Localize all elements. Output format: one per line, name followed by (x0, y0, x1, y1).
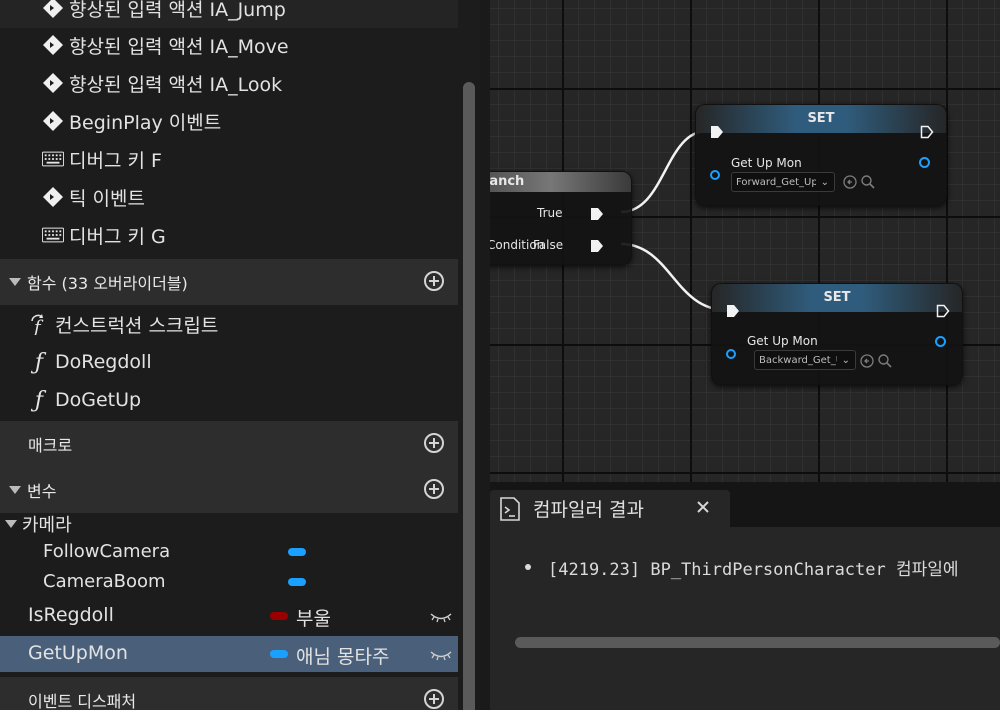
tree-item-label: 향상된 입력 액션 IA_Look (69, 73, 283, 96)
variable-isregdoll[interactable]: IsRegdoll 부울 (0, 598, 458, 634)
event-diamond-icon (42, 110, 64, 132)
panel-scrollbar[interactable] (463, 82, 475, 710)
log-bullet (525, 564, 531, 570)
value-in-pin-icon[interactable] (726, 349, 736, 359)
search-icon[interactable] (861, 174, 875, 193)
variable-getupmon[interactable]: GetUpMon 애님 몽타주 (0, 636, 458, 672)
variable-name: GetUpMon (28, 642, 128, 664)
variable-camera-boom[interactable]: CameraBoom (0, 565, 458, 601)
section-macros[interactable]: 매크로 (0, 421, 458, 467)
variable-type[interactable]: 부울 (296, 604, 331, 631)
tree-item-debug-key-f[interactable]: 디버그 키 F (42, 141, 162, 177)
compiler-tab-bar: 컴파일러 결과 (490, 482, 1000, 527)
object-type-pill-icon (288, 548, 306, 556)
tree-item-tick[interactable]: 틱 이벤트 (42, 179, 145, 215)
set-node-title: SET (712, 284, 962, 312)
event-graph-canvas[interactable]: Branch True Condition False SET Get Up M… (490, 0, 1000, 482)
variable-name: FollowCamera (43, 541, 171, 562)
tree-item-debug-key-g[interactable]: 디버그 키 G (42, 217, 166, 253)
add-function-button[interactable] (424, 271, 444, 291)
tree-item-beginplay[interactable]: BeginPlay 이벤트 (42, 103, 221, 139)
section-event-dispatchers[interactable]: 이벤트 디스패처 (0, 677, 458, 710)
function-label: 컨스트럭션 스크립트 (55, 314, 219, 337)
horizontal-scrollbar[interactable] (515, 637, 1000, 648)
function-icon: ƒ (34, 387, 44, 413)
tree-item-ia-move[interactable]: 향상된 입력 액션 IA_Move (42, 27, 289, 63)
var-pin-label: Get Up Mon (731, 156, 802, 170)
variable-name: IsRegdoll (28, 604, 114, 626)
compiler-log-area: [4219.23] BP_ThirdPersonCharacter 컴파일에 (490, 527, 1000, 710)
value-in-pin-icon[interactable] (710, 170, 720, 180)
section-title: 변수 (27, 482, 57, 501)
keyboard-icon (42, 148, 64, 170)
compiler-log-icon (500, 497, 520, 525)
tree-item-label: 디버그 키 G (69, 225, 166, 248)
bool-type-pill-icon (270, 612, 288, 620)
set-node-title: SET (696, 105, 946, 133)
tree-item-label: 향상된 입력 액션 IA_Jump (69, 0, 286, 21)
true-pin-label: True (537, 206, 563, 220)
branch-node[interactable]: Branch True Condition False (490, 171, 632, 265)
false-pin-label: False (533, 238, 564, 252)
variable-name: CameraBoom (43, 571, 166, 592)
set-node-forward[interactable]: SET Get Up Mon Forward_Get_Up ⌄ (695, 104, 947, 206)
function-dogetup[interactable]: ƒ DoGetUp (28, 382, 141, 418)
closed-eye-icon[interactable] (430, 606, 452, 628)
collapse-arrow-icon[interactable] (5, 520, 17, 528)
tree-item-ia-look[interactable]: 향상된 입력 액션 IA_Look (42, 65, 282, 101)
add-event-dispatcher-button[interactable] (424, 689, 444, 709)
chevron-down-icon: ⌄ (841, 355, 850, 366)
object-type-pill-icon (288, 578, 306, 586)
variable-type[interactable]: 애님 몽타주 (296, 642, 389, 669)
section-title: 함수 (33 오버라이더블) (27, 274, 188, 293)
set-node-backward[interactable]: SET Get Up Mon Backward_Get_Up ⌄ (711, 283, 963, 385)
tree-item-label: 디버그 키 F (69, 149, 162, 172)
close-tab-icon[interactable] (696, 499, 710, 518)
function-label: DoGetUp (55, 389, 142, 411)
use-selected-asset-icon[interactable] (860, 353, 874, 372)
section-functions[interactable]: 함수 (33 오버라이더블) (0, 259, 458, 305)
search-icon[interactable] (878, 353, 892, 372)
tree-item-label: 향상된 입력 액션 IA_Move (69, 35, 289, 58)
compiler-results-panel: 컴파일러 결과 [4219.23] BP_ThirdPersonCharacte… (490, 482, 1000, 710)
keyboard-icon (42, 224, 64, 246)
collapse-arrow-icon[interactable] (9, 486, 21, 494)
function-icon: ƒ (34, 349, 44, 375)
tree-item-ia-jump[interactable]: 향상된 입력 액션 IA_Jump (42, 0, 286, 26)
object-type-pill-icon (270, 650, 288, 658)
svg-text:f: f (32, 317, 44, 335)
collapse-arrow-icon[interactable] (9, 278, 21, 286)
value-out-pin-icon[interactable] (919, 157, 930, 168)
asset-dropdown[interactable]: Forward_Get_Up ⌄ (731, 172, 835, 192)
chevron-down-icon: ⌄ (820, 177, 829, 188)
asset-dropdown-value: Forward_Get_Up (736, 177, 816, 188)
log-message[interactable]: [4219.23] BP_ThirdPersonCharacter 컴파일에 (548, 555, 959, 580)
construction-function-icon: f (28, 313, 50, 335)
section-title: 매크로 (28, 436, 73, 455)
function-doregdoll[interactable]: ƒ DoRegdoll (28, 344, 152, 380)
use-selected-asset-icon[interactable] (843, 174, 857, 193)
asset-dropdown-value: Backward_Get_Up (759, 355, 837, 366)
tree-item-label: 틱 이벤트 (69, 187, 145, 210)
event-diamond-icon (42, 72, 64, 94)
tab-title: 컴파일러 결과 (533, 499, 644, 521)
closed-eye-icon[interactable] (430, 644, 452, 666)
section-title: 이벤트 디스패처 (28, 692, 137, 710)
event-diamond-icon (42, 186, 64, 208)
event-diamond-icon (42, 0, 64, 19)
add-variable-button[interactable] (424, 479, 444, 499)
add-macro-button[interactable] (424, 433, 444, 453)
tree-item-label: BeginPlay 이벤트 (69, 111, 222, 134)
var-pin-label: Get Up Mon (747, 334, 818, 348)
event-diamond-icon (42, 34, 64, 56)
tab-compiler-results[interactable]: 컴파일러 결과 (490, 490, 730, 527)
my-blueprint-panel: 향상된 입력 액션 IA_Jump 향상된 입력 액션 IA_Move 향상된 … (0, 0, 480, 710)
branch-node-title: Branch (490, 172, 631, 192)
function-label: DoRegdoll (55, 351, 152, 373)
function-construction-script[interactable]: f 컨스트럭션 스크립트 (28, 306, 218, 342)
asset-dropdown[interactable]: Backward_Get_Up ⌄ (754, 350, 856, 370)
category-label: 카메라 (22, 515, 72, 536)
value-out-pin-icon[interactable] (935, 336, 946, 347)
